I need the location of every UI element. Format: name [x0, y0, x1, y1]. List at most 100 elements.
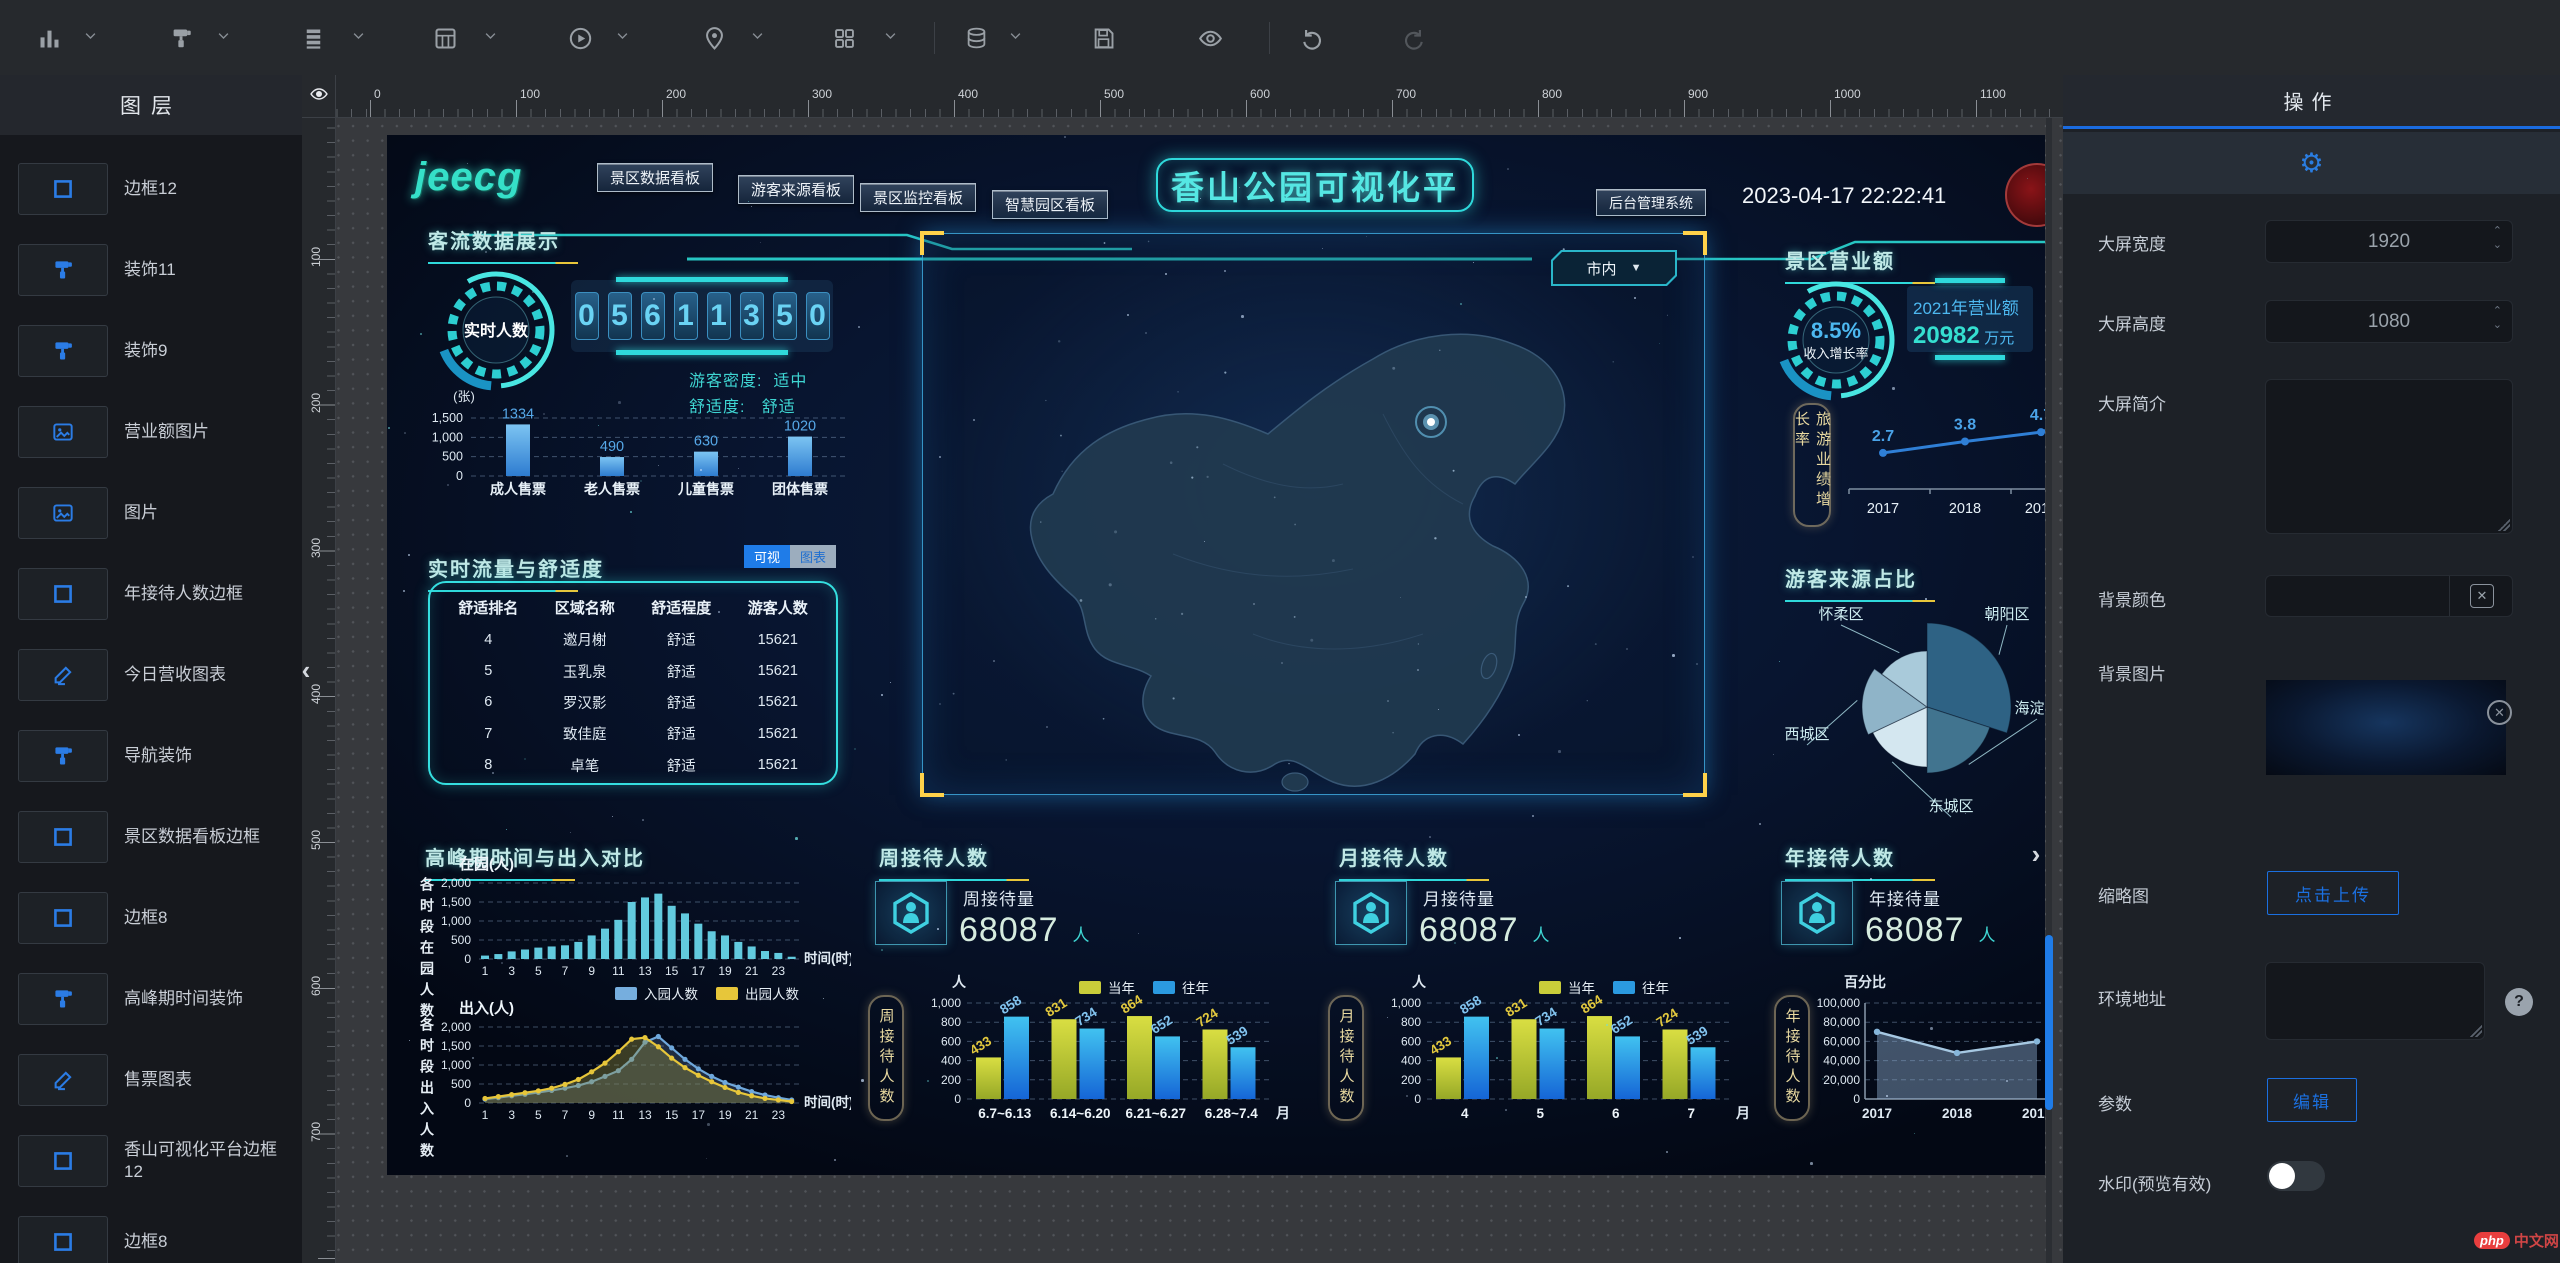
year-area-chart[interactable]: 百分比 100,000 80,000 60,000 40,000 20,000 02017 2…: [1807, 971, 2045, 1143]
admin-system-button[interactable]: 后台管理系统: [1596, 189, 1706, 216]
panel-collapse-button[interactable]: ›: [2026, 832, 2046, 876]
nav-button-3[interactable]: 智慧园区看板: [992, 190, 1109, 219]
sidebar-collapse-button[interactable]: ‹: [296, 648, 316, 692]
toolbar-eye-button[interactable]: [1190, 18, 1230, 58]
svg-text:月: 月: [1275, 1105, 1290, 1121]
layer-item[interactable]: 今日营收图表: [0, 641, 302, 722]
layer-item[interactable]: 年接待人数边框: [0, 560, 302, 641]
ticket-bar-chart[interactable]: (张) 1,500 1,000 500 0 1334 成人售票 490 老人售票 630 儿童售票 1…: [409, 383, 859, 505]
width-value: 1920: [2367, 230, 2411, 252]
canvas-scrollbar-thumb[interactable]: [2045, 935, 2053, 1110]
layer-item[interactable]: 图片: [0, 479, 302, 560]
nav-button-1[interactable]: 游客来源看板: [738, 175, 855, 204]
svg-text:9: 9: [588, 964, 595, 978]
layer-item[interactable]: 香山可视化平台边框12: [0, 1127, 302, 1208]
settings-tab[interactable]: ⚙: [2063, 132, 2560, 194]
layer-item[interactable]: 营业额图片: [0, 398, 302, 479]
layer-item[interactable]: 售票图表: [0, 1046, 302, 1127]
layer-item[interactable]: 边框8: [0, 1208, 302, 1263]
paint-roller-icon: [18, 325, 108, 377]
intro-label: 大屏简介: [2098, 395, 2166, 414]
revenue-section-title: 景区营业额: [1785, 245, 1935, 284]
dashboard-preview[interactable]: jeecg 景区数据看板 游客来源看板 景区监控看板 智慧园区看板 香山公园可视化平 …: [387, 135, 2045, 1175]
help-icon[interactable]: ?: [2505, 988, 2533, 1016]
layer-item[interactable]: 装饰9: [0, 317, 302, 398]
realtime-gauge: 实时人数: [431, 265, 561, 400]
month-bar-chart[interactable]: 人 1,000 800 600 400 200 0 433858 4 831 734 5 864652 6…: [1369, 971, 1759, 1143]
layer-item[interactable]: 边框12: [0, 155, 302, 236]
toggle-visual[interactable]: 可视: [744, 545, 790, 568]
inout-line-chart[interactable]: 出入(人)2,0001,5001,00050001 3 5 7 9 11 13 15 17 19 2…: [399, 997, 851, 1141]
toolbar-paint-roller-button[interactable]: [161, 18, 201, 58]
chevron-down-icon[interactable]: [615, 28, 635, 48]
svg-text:734: 734: [1533, 1004, 1560, 1029]
height-stepper[interactable]: ⌃ ⌄: [2493, 306, 2502, 331]
svg-text:17: 17: [692, 1108, 706, 1122]
toolbar-table-button[interactable]: [425, 18, 465, 58]
image-icon: [18, 487, 108, 539]
chevron-down-icon[interactable]: [83, 28, 103, 48]
svg-text:630: 630: [694, 434, 718, 450]
toolbar-list-button[interactable]: [293, 18, 333, 58]
chevron-down-icon[interactable]: [883, 28, 903, 48]
layer-item-label: 香山可视化平台边框12: [124, 1140, 277, 1181]
toolbar-bar-chart-button[interactable]: [29, 18, 69, 58]
toolbar-database-button[interactable]: [956, 18, 996, 58]
svg-text:23: 23: [772, 1108, 786, 1122]
chevron-down-icon[interactable]: [750, 28, 770, 48]
layer-item[interactable]: 边框8: [0, 884, 302, 965]
svg-text:500: 500: [442, 450, 463, 464]
svg-text:东城区: 东城区: [1928, 798, 1973, 815]
toolbar-grid-button[interactable]: [824, 18, 864, 58]
layer-item[interactable]: 导航装饰: [0, 722, 302, 803]
toolbar-save-button[interactable]: [1083, 18, 1123, 58]
nav-button-0[interactable]: 景区数据看板: [597, 163, 714, 192]
layer-item[interactable]: 装饰11: [0, 236, 302, 317]
svg-text:1,500: 1,500: [441, 1039, 471, 1053]
origin-pie-chart[interactable]: 朝阳区海淀区东城区 西城区 怀柔区: [1779, 587, 2045, 819]
env-textarea[interactable]: [2265, 962, 2485, 1040]
ruler-corner[interactable]: [302, 75, 336, 118]
toolbar-play-button[interactable]: [560, 18, 600, 58]
svg-text:1020: 1020: [784, 419, 816, 435]
watermark-label: 水印(预览有效): [2098, 1175, 2212, 1194]
bgimage-preview[interactable]: [2266, 680, 2506, 775]
table-row: 7 致佳庭 舒适 15621: [484, 725, 798, 744]
width-input[interactable]: 1920 ⌃ ⌄: [2265, 220, 2513, 263]
height-input[interactable]: 1080 ⌃ ⌄: [2265, 300, 2513, 343]
growth-line-chart[interactable]: 2.7 2017 3.8 2018 4.7 2019: [1835, 403, 2045, 525]
china-map-widget[interactable]: 市内 ▼: [920, 231, 1707, 797]
border-icon: [18, 1216, 108, 1263]
region-select[interactable]: 市内 ▼: [1551, 250, 1677, 286]
upload-button[interactable]: 点击上传: [2267, 871, 2399, 915]
remove-image-icon[interactable]: ✕: [2487, 700, 2512, 725]
week-bar-chart[interactable]: 人 1,000 800 600 400 200 0 433858 6.7~6.13 831 734 6…: [909, 971, 1299, 1143]
chevron-down-icon[interactable]: [1008, 28, 1028, 48]
watermark-toggle[interactable]: [2267, 1161, 2325, 1191]
chevron-down-icon[interactable]: [216, 28, 236, 48]
svg-text:858: 858: [997, 992, 1024, 1017]
svg-text:6.14~6.20: 6.14~6.20: [1050, 1106, 1110, 1121]
width-stepper[interactable]: ⌃ ⌄: [2493, 226, 2502, 251]
week-section-title: 周接待人数: [879, 842, 1029, 881]
toolbar-map-pin-button[interactable]: [694, 18, 734, 58]
layer-item[interactable]: 高峰期时间装饰: [0, 965, 302, 1046]
toggle-chart[interactable]: 图表: [790, 545, 836, 568]
inpark-bar-chart[interactable]: 在园(人)2,0001,5001,00050001 3 5 7 9 11 13 15 17 19 2…: [399, 853, 851, 989]
chevron-down-icon[interactable]: [483, 28, 503, 48]
svg-text:200: 200: [1401, 1073, 1421, 1087]
comfort-table[interactable]: 舒适排名 区域名称 舒适程度 游客人数 4 邀月榭 舒适 15621 5 玉乳泉 舒适 15621 6 罗…: [428, 581, 838, 785]
nav-button-2[interactable]: 景区监控看板: [860, 183, 977, 212]
selection-corner: [920, 231, 944, 255]
svg-text:539: 539: [1684, 1023, 1711, 1048]
clear-color-icon[interactable]: ✕: [2470, 584, 2494, 608]
svg-text:0: 0: [954, 1092, 961, 1106]
toolbar-redo-button[interactable]: [1394, 18, 1434, 58]
toolbar-undo-button[interactable]: [1291, 18, 1331, 58]
intro-textarea[interactable]: [2265, 379, 2513, 534]
chevron-down-icon[interactable]: [351, 28, 371, 48]
bgcolor-input[interactable]: ✕: [2265, 575, 2513, 617]
layer-item[interactable]: 景区数据看板边框: [0, 803, 302, 884]
svg-text:团体售票: 团体售票: [772, 481, 828, 497]
edit-params-button[interactable]: 编辑: [2267, 1078, 2357, 1122]
